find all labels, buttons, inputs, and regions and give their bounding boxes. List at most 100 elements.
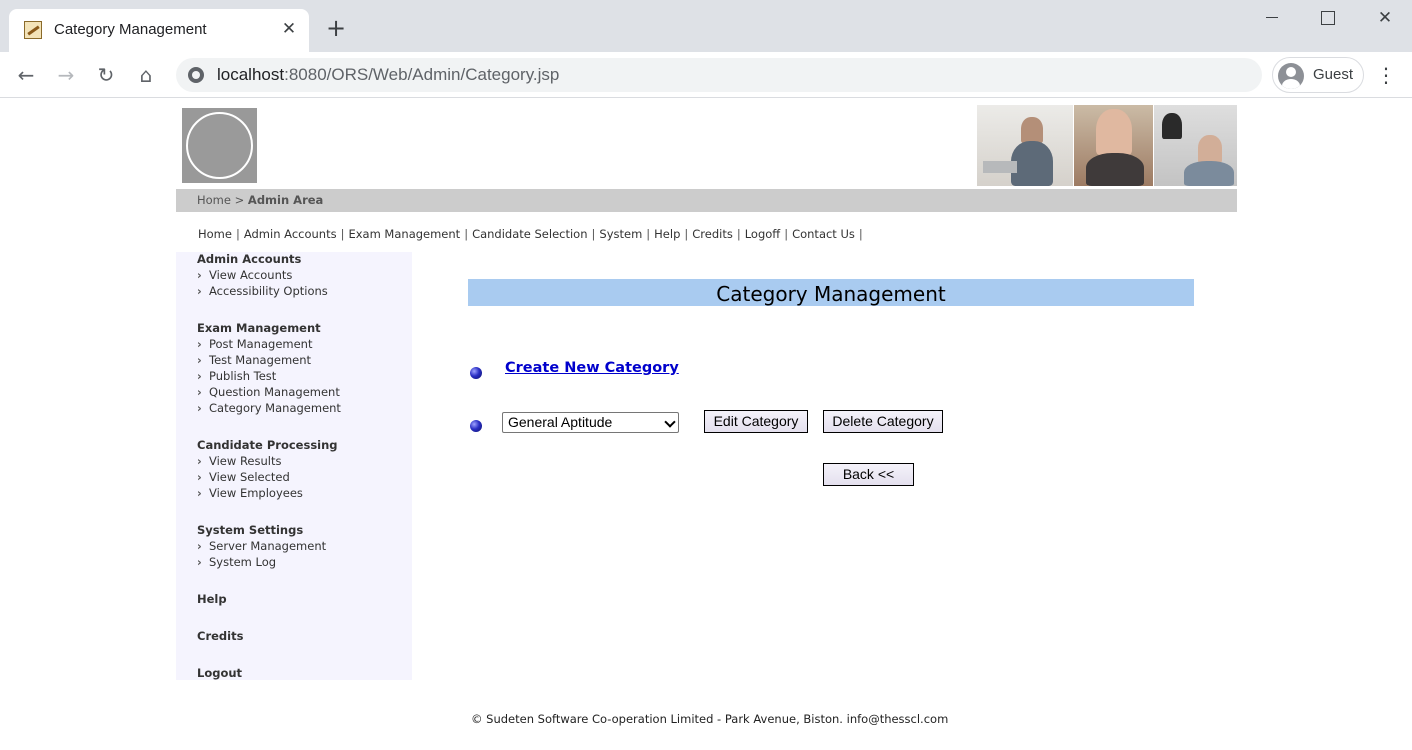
banner-person-body [1184, 161, 1234, 186]
tab-title: Category Management [54, 21, 207, 38]
url-host: localhost [217, 65, 285, 84]
chevron-right-icon: › [197, 486, 202, 500]
forward-arrow-icon[interactable]: → [53, 62, 79, 88]
page-title-bar: Category Management [468, 279, 1194, 306]
new-tab-plus-icon[interactable]: + [324, 16, 348, 40]
tab-close-icon[interactable]: ✕ [281, 19, 297, 39]
sidebar-item-server-management[interactable]: › Server Management [197, 539, 326, 553]
sidebar-heading-logout[interactable]: Logout [197, 666, 242, 680]
topnav-home[interactable]: Home [198, 227, 232, 241]
topnav-credits[interactable]: Credits [692, 227, 733, 241]
breadcrumb-home[interactable]: Home [197, 193, 231, 207]
browser-toolbar: ← → ↻ ⌂ localhost:8080/ORS/Web/Admin/Cat… [0, 52, 1412, 98]
avatar-icon [1278, 63, 1304, 89]
topnav-contact-us[interactable]: Contact Us [792, 227, 855, 241]
topnav-separator: | [858, 227, 863, 241]
sidebar-heading-exam-management[interactable]: Exam Management [197, 321, 321, 335]
sidebar-heading-system-settings[interactable]: System Settings [197, 523, 303, 537]
sidebar-item-view-results[interactable]: › View Results [197, 454, 281, 468]
sidebar-item-system-log[interactable]: › System Log [197, 555, 276, 569]
banner-laptop [983, 161, 1017, 173]
sidebar-item-label: Post Management [209, 337, 313, 351]
chevron-right-icon: › [197, 268, 202, 282]
chevron-right-icon: › [197, 470, 202, 484]
chevron-down-icon [664, 416, 676, 428]
topnav-separator: | [684, 227, 689, 241]
chevron-right-icon: › [197, 337, 202, 351]
topnav-logoff[interactable]: Logoff [745, 227, 781, 241]
banner-person-face [1096, 109, 1132, 155]
sidebar-item-label: Question Management [209, 385, 340, 399]
kebab-menu-icon[interactable]: ⋮ [1376, 62, 1396, 88]
sidebar: Admin Accounts › View Accounts › Accessibi… [176, 252, 412, 680]
sidebar-item-category-management[interactable]: › Category Management [197, 401, 341, 415]
topnav-admin-accounts[interactable]: Admin Accounts [244, 227, 337, 241]
chevron-right-icon: › [197, 401, 202, 415]
footer-copyright: © Sudeten Software Co-operation Limited … [471, 712, 949, 726]
topnav-help[interactable]: Help [654, 227, 680, 241]
sidebar-item-label: Test Management [209, 353, 312, 367]
back-button[interactable]: Back << [823, 463, 914, 486]
category-select[interactable]: General Aptitude [502, 412, 679, 433]
topnav-separator: | [340, 227, 345, 241]
breadcrumb-text: Home > Admin Area [197, 193, 323, 207]
sidebar-item-label: View Results [209, 454, 282, 468]
url-text[interactable]: localhost:8080/ORS/Web/Admin/Category.js… [217, 65, 559, 85]
sidebar-heading-admin-accounts[interactable]: Admin Accounts [197, 252, 301, 266]
delete-category-button[interactable]: Delete Category [823, 410, 943, 433]
home-icon[interactable]: ⌂ [133, 62, 159, 88]
edit-category-button[interactable]: Edit Category [704, 410, 808, 433]
sidebar-item-label: View Accounts [209, 268, 293, 282]
breadcrumb: Home > Admin Area [176, 189, 1237, 212]
sidebar-item-label: Category Management [209, 401, 341, 415]
banner-person-body [1011, 141, 1053, 186]
topnav-separator: | [464, 227, 469, 241]
sidebar-item-publish-test[interactable]: › Publish Test [197, 369, 276, 383]
create-new-category-link[interactable]: Create New Category [505, 360, 679, 376]
bullet-icon [470, 367, 482, 379]
sidebar-item-label: Publish Test [209, 369, 277, 383]
reload-icon[interactable]: ↻ [93, 62, 119, 88]
sidebar-item-test-management[interactable]: › Test Management [197, 353, 311, 367]
sidebar-heading-help[interactable]: Help [197, 592, 227, 606]
breadcrumb-separator: > [230, 193, 248, 207]
site-logo [182, 108, 257, 183]
sidebar-item-question-management[interactable]: › Question Management [197, 385, 340, 399]
topnav-candidate-selection[interactable]: Candidate Selection [472, 227, 587, 241]
sidebar-heading-candidate-processing[interactable]: Candidate Processing [197, 438, 338, 452]
address-bar[interactable]: localhost:8080/ORS/Web/Admin/Category.js… [176, 58, 1262, 92]
sidebar-item-view-employees[interactable]: › View Employees [197, 486, 303, 500]
sidebar-heading-credits[interactable]: Credits [197, 629, 243, 643]
sidebar-item-label: Accessibility Options [209, 284, 328, 298]
header-banner-image [977, 105, 1237, 186]
chevron-right-icon: › [197, 284, 202, 298]
breadcrumb-current: Admin Area [247, 193, 324, 207]
sidebar-item-label: View Selected [209, 470, 290, 484]
sidebar-item-post-management[interactable]: › Post Management [197, 337, 312, 351]
topnav-system[interactable]: System [599, 227, 642, 241]
site-info-icon[interactable] [188, 67, 204, 83]
sidebar-item-view-accounts[interactable]: › View Accounts [197, 268, 292, 282]
banner-person-hair [1162, 113, 1182, 139]
category-select-value: General Aptitude [508, 414, 613, 430]
window-close-icon[interactable]: ✕ [1370, 6, 1400, 30]
window-maximize-icon[interactable] [1313, 6, 1343, 30]
url-path: :8080/ORS/Web/Admin/Category.jsp [284, 65, 560, 84]
topnav-exam-management[interactable]: Exam Management [348, 227, 460, 241]
back-arrow-icon[interactable]: ← [13, 62, 39, 88]
sidebar-item-view-selected[interactable]: › View Selected [197, 470, 290, 484]
chevron-right-icon: › [197, 454, 202, 468]
topnav-separator: | [736, 227, 741, 241]
profile-button[interactable]: Guest [1272, 57, 1364, 93]
banner-person-head [1198, 135, 1222, 163]
topnav-separator: | [235, 227, 240, 241]
browser-tab[interactable]: Category Management ✕ [9, 9, 309, 52]
browser-tab-strip: Category Management ✕ + ✕ [0, 0, 1412, 52]
page-title: Category Management [716, 282, 946, 306]
topnav-separator: | [646, 227, 651, 241]
sidebar-item-label: View Employees [209, 486, 303, 500]
topnav-separator: | [591, 227, 596, 241]
window-minimize-icon[interactable] [1257, 6, 1287, 30]
sidebar-item-accessibility-options[interactable]: › Accessibility Options [197, 284, 328, 298]
topnav-separator: | [784, 227, 789, 241]
